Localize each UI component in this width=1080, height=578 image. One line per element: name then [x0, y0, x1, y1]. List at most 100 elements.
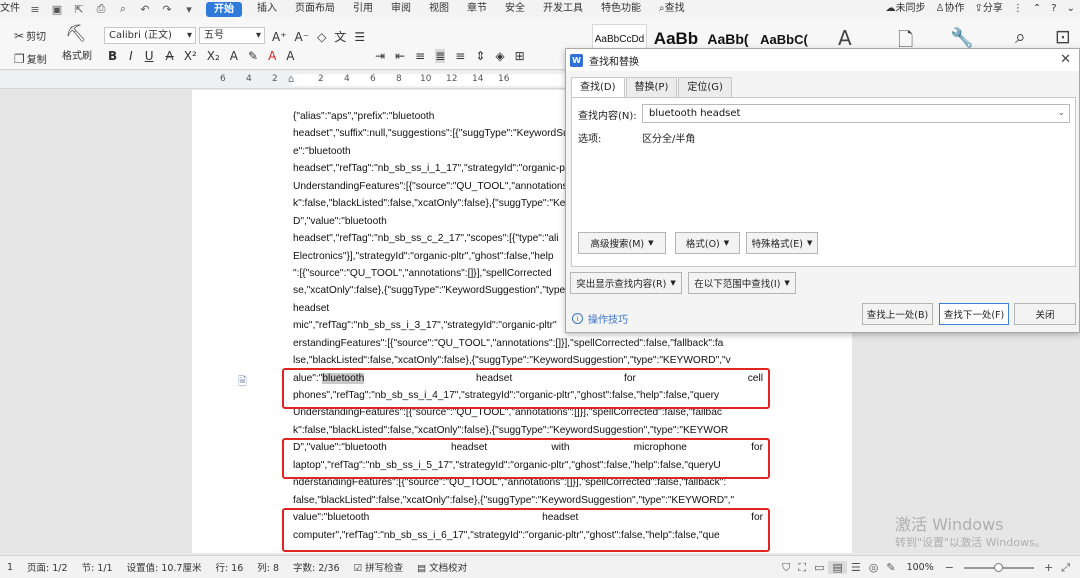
- wrench-icon[interactable]: 🔧: [950, 26, 974, 49]
- menu-icon[interactable]: ≡: [27, 2, 43, 16]
- row-position: 行: 16: [215, 563, 244, 574]
- shading-icon[interactable]: ◈: [495, 49, 504, 63]
- tab-insert[interactable]: 插入: [248, 0, 286, 18]
- format-button[interactable]: 格式(O) ▼: [675, 232, 740, 254]
- spell-check-button[interactable]: ☑ 拼写检查: [347, 560, 411, 574]
- tips-link[interactable]: i 操作技巧: [572, 311, 628, 326]
- line-spacing-icon[interactable]: ⇕: [475, 49, 485, 63]
- outdent-icon[interactable]: ⇤: [395, 49, 405, 63]
- italic-icon[interactable]: I: [129, 49, 133, 63]
- cut-button[interactable]: ✂ 剪切: [14, 28, 46, 44]
- find-previous-button[interactable]: 查找上一处(B): [862, 303, 933, 325]
- indent-icon[interactable]: ⇥: [375, 49, 385, 63]
- more-icon[interactable]: ⋮: [1008, 0, 1028, 18]
- shrink-font-icon[interactable]: A⁻: [295, 30, 310, 44]
- dialog-title-bar[interactable]: W 查找和替换 ✕: [566, 49, 1079, 71]
- save-icon[interactable]: ▣: [49, 2, 65, 16]
- text-tools-icon[interactable]: A̲: [838, 26, 852, 50]
- paragraph-handle-icon[interactable]: 🗎: [238, 373, 247, 392]
- outline-view-icon[interactable]: ☰: [847, 561, 865, 574]
- search-box[interactable]: ⌕查找: [650, 0, 694, 18]
- tab-developer[interactable]: 开发工具: [534, 0, 592, 18]
- border-icon[interactable]: ⊞: [515, 49, 525, 63]
- highlight-icon[interactable]: ✎: [248, 49, 258, 63]
- help-icon[interactable]: ?: [1046, 0, 1061, 18]
- protect-icon[interactable]: ⛉: [778, 561, 794, 575]
- char-shading-icon[interactable]: A: [286, 49, 294, 63]
- font-select[interactable]: Calibri (正文) ▾: [104, 27, 196, 44]
- tab-layout[interactable]: 页面布局: [286, 0, 344, 18]
- copy-icon: ❐: [14, 51, 25, 66]
- superscript-icon[interactable]: X²: [184, 49, 197, 63]
- web-view-icon[interactable]: ◎: [865, 561, 883, 574]
- ruler-number: 2: [272, 74, 278, 84]
- tab-replace[interactable]: 替换(P): [625, 77, 678, 97]
- find-in-range-button[interactable]: 在以下范围中查找(I) ▼: [688, 272, 796, 294]
- share-button[interactable]: ⇪分享: [970, 0, 1008, 18]
- sync-status[interactable]: ☁未同步: [881, 0, 931, 18]
- setting-value[interactable]: 设置值: 10.7厘米: [120, 560, 209, 574]
- write-mode-icon[interactable]: ✎: [882, 561, 899, 574]
- highlight-results-button[interactable]: 突出显示查找内容(R) ▼: [570, 272, 682, 294]
- tab-start[interactable]: 开始: [206, 1, 242, 17]
- zoom-slider[interactable]: [963, 562, 1034, 572]
- clear-format-icon[interactable]: ◇: [317, 30, 326, 44]
- print-icon[interactable]: ⎙: [93, 2, 109, 16]
- tab-section[interactable]: 章节: [458, 0, 496, 18]
- underline-icon[interactable]: U: [145, 49, 154, 63]
- menu-file[interactable]: 文件: [0, 0, 24, 18]
- close-icon[interactable]: ✕: [1060, 52, 1071, 67]
- tab-review[interactable]: 审阅: [382, 0, 420, 18]
- char-border-icon[interactable]: A: [230, 49, 238, 63]
- redo-icon[interactable]: ↷: [159, 2, 175, 16]
- bullet-list-icon[interactable]: ☰: [354, 30, 365, 44]
- subscript-icon[interactable]: X₂: [207, 49, 220, 63]
- tab-features[interactable]: 特色功能: [592, 0, 650, 18]
- full-screen-icon[interactable]: ⛶: [794, 561, 810, 575]
- tab-references[interactable]: 引用: [344, 0, 382, 18]
- format-painter-button[interactable]: ⛏ 格式刷: [62, 24, 92, 62]
- copy-button[interactable]: ❐ 复制: [14, 51, 47, 67]
- special-format-button[interactable]: 特殊格式(E) ▼: [746, 232, 818, 254]
- indent-marker-icon[interactable]: ⌂: [288, 74, 294, 85]
- find-input[interactable]: bluetooth headset ⌄: [642, 104, 1070, 123]
- minimize-ribbon-icon[interactable]: ⌃: [1028, 0, 1046, 18]
- chevron-down-icon[interactable]: ▾: [181, 2, 197, 16]
- zoom-slider-thumb[interactable]: [993, 562, 1003, 572]
- font-color-icon[interactable]: A: [268, 49, 276, 63]
- expand-icon[interactable]: ⌄: [1062, 0, 1080, 18]
- bold-icon[interactable]: B: [108, 49, 117, 63]
- page-count[interactable]: 页面: 1/2: [20, 560, 75, 574]
- tab-view[interactable]: 视图: [420, 0, 458, 18]
- tab-find[interactable]: 查找(D): [571, 77, 625, 98]
- word-count[interactable]: 字数: 2/36: [286, 560, 347, 574]
- font-size-select[interactable]: 五号 ▾: [199, 27, 265, 44]
- preview-icon[interactable]: ⌕: [115, 2, 131, 16]
- strikethrough-icon[interactable]: A: [166, 49, 174, 63]
- pinyin-icon[interactable]: 文: [334, 28, 346, 45]
- select-icon[interactable]: ⊡: [1055, 26, 1071, 48]
- collab-button[interactable]: ♙协作: [931, 0, 970, 18]
- advanced-search-button[interactable]: 高级搜索(M) ▼: [578, 232, 666, 254]
- zoom-in-icon[interactable]: +: [1040, 561, 1057, 574]
- section-count[interactable]: 节: 1/1: [75, 560, 120, 574]
- ruler-number: 10: [420, 74, 432, 84]
- read-mode-icon[interactable]: ▭: [810, 561, 828, 574]
- tab-goto[interactable]: 定位(G): [678, 77, 732, 97]
- fit-page-icon[interactable]: ⤢: [1057, 561, 1074, 575]
- align-justify-icon[interactable]: ≣: [435, 49, 446, 63]
- zoom-out-icon[interactable]: −: [941, 561, 958, 574]
- undo-icon[interactable]: ↶: [137, 2, 153, 16]
- close-button[interactable]: 关闭: [1014, 303, 1076, 325]
- find-replace-icon[interactable]: ⌕: [1015, 26, 1026, 48]
- zoom-level[interactable]: 100%: [900, 562, 941, 573]
- chevron-down-icon[interactable]: ⌄: [1057, 105, 1065, 122]
- grow-font-icon[interactable]: A⁺: [272, 30, 287, 44]
- align-left-icon[interactable]: ≡: [415, 49, 425, 63]
- find-next-button[interactable]: 查找下一处(F): [939, 303, 1009, 325]
- align-right-icon[interactable]: ≡: [455, 49, 465, 63]
- tab-security[interactable]: 安全: [496, 0, 534, 18]
- export-icon[interactable]: ⇱: [71, 2, 87, 16]
- doc-proof-button[interactable]: ▤ 文档校对: [410, 560, 474, 574]
- page-view-icon[interactable]: ▤: [828, 561, 847, 574]
